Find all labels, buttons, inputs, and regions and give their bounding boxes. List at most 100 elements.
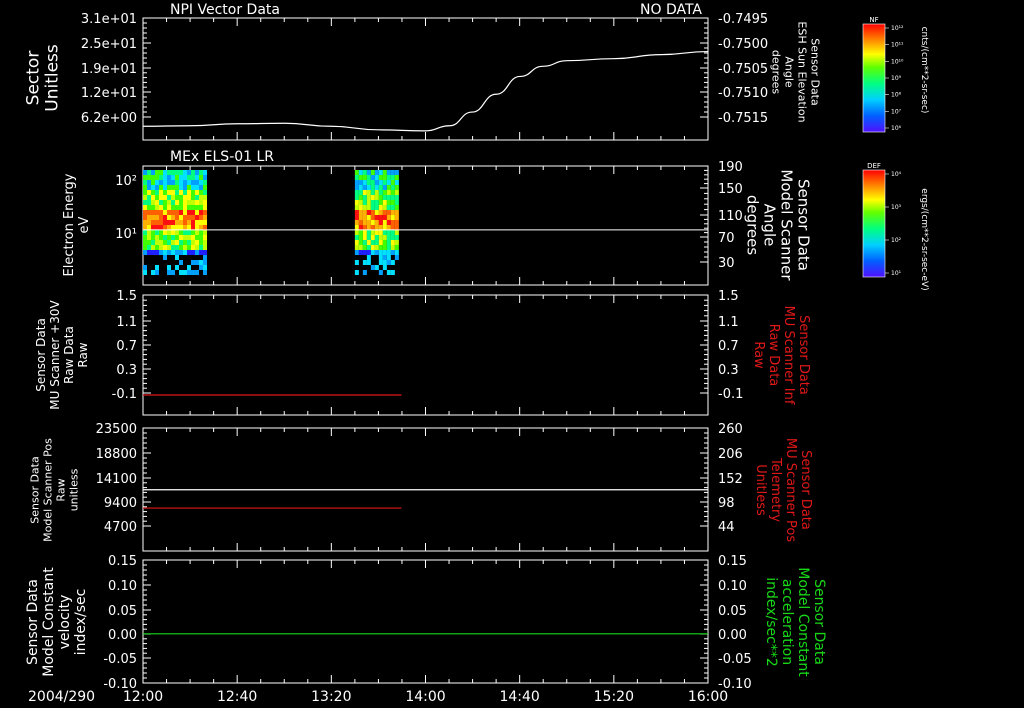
spectrogram-cell [195, 235, 199, 240]
spectrogram-cell [386, 170, 391, 175]
spectrogram-cell [374, 210, 379, 215]
spectrogram-cell [171, 230, 175, 235]
y-tick-label-right: 1.5 [718, 289, 739, 304]
spectrogram-cell [366, 225, 371, 230]
spectrogram-cell [378, 240, 383, 245]
spectrogram-cell [179, 195, 183, 200]
spectrogram-cell [354, 270, 359, 275]
spectrogram-cell [175, 265, 179, 270]
spectrogram-cell [151, 270, 155, 275]
spectrogram-cell [354, 240, 359, 245]
spectrogram-cell [147, 240, 151, 245]
panel3-ylabel-right-line: Sensor Data [796, 315, 811, 395]
spectrogram-cell [163, 255, 167, 260]
panel1-ylabel-left-line: Unitless [42, 44, 62, 112]
spectrogram-cell [183, 270, 187, 275]
spectrogram-cell [366, 240, 371, 245]
spectrogram-cell [151, 190, 155, 195]
spectrogram-cell [159, 180, 163, 185]
spectrogram-cell [195, 250, 199, 255]
spectrogram-cell [183, 175, 187, 180]
spectrogram-cell [155, 195, 159, 200]
spectrogram-cell [183, 190, 187, 195]
spectrogram-cell [386, 180, 391, 185]
y-tick-label-left: 6.2e+00 [81, 111, 137, 126]
spectrogram-cell [199, 225, 203, 230]
colorbar-tick-label: 10⁸ [891, 92, 902, 99]
y-tick-label-right: 70 [718, 231, 735, 246]
spectrogram-cell [167, 220, 171, 225]
spectrogram-cell [366, 220, 371, 225]
colorbar-unit-label-line: cnts/(cm**2-sr-sec) [919, 27, 929, 114]
spectrogram-cell [155, 220, 159, 225]
colorbar-unit-label: ergs/(cm**2-sr-sec-eV) [919, 188, 929, 290]
spectrogram-cell [175, 245, 179, 250]
y-tick-label-right: 152 [718, 472, 743, 487]
spectrogram-cell [203, 170, 207, 175]
spectrogram-cell [354, 250, 359, 255]
colorbar-name: DEF [867, 162, 881, 170]
y-tick-label-left: 10¹ [115, 227, 137, 242]
spectrogram-cell [374, 230, 379, 235]
spectrogram-cell [370, 195, 375, 200]
spectrogram-cell [191, 220, 195, 225]
spectrogram-cell [370, 190, 375, 195]
spectrogram-cell [171, 180, 175, 185]
spectrogram-cell [147, 225, 151, 230]
spectrogram-cell [366, 235, 371, 240]
spectrogram-cell [183, 230, 187, 235]
spectrogram-cell [199, 260, 203, 265]
y-tick-label-right: -0.7505 [718, 62, 768, 77]
spectrogram-cell [143, 265, 147, 270]
y-tick-label-left: 3.1e+01 [81, 12, 137, 27]
spectrogram-cell [143, 240, 147, 245]
spectrogram-cell [374, 175, 379, 180]
spectrogram-cell [386, 255, 391, 260]
spectrogram-cell [199, 170, 203, 175]
panel3-ylabel-left-line: Raw [76, 342, 90, 367]
spectrogram-cell [199, 250, 203, 255]
spectrogram-cell [378, 245, 383, 250]
spectrogram-cell [382, 215, 387, 220]
y-tick-label-right: 260 [718, 422, 743, 437]
spectrogram-cell [382, 260, 387, 265]
spectrogram-cell [167, 230, 171, 235]
spectrogram-cell [167, 250, 171, 255]
spectrogram-cell [378, 260, 383, 265]
spectrogram-cell [382, 170, 387, 175]
spectrogram-cell [374, 200, 379, 205]
spectrogram-cell [378, 220, 383, 225]
spectrogram-cell [179, 170, 183, 175]
y-tick-label-left: 9400 [104, 496, 137, 511]
spectrogram-cell [163, 190, 167, 195]
spectrogram-cell [195, 190, 199, 195]
spectrogram-cell [179, 215, 183, 220]
spectrogram-cell [394, 245, 399, 250]
panel2-ylabel-right-line: Model Scanner [777, 169, 795, 281]
spectrogram-cell [183, 225, 187, 230]
spectrogram-cell [358, 240, 363, 245]
spectrogram-cell [362, 250, 367, 255]
spectrogram-cell [386, 175, 391, 180]
spectrogram-cell [366, 260, 371, 265]
spectrogram-cell [179, 250, 183, 255]
spectrogram-cell [187, 270, 191, 275]
spectrogram-cell [179, 180, 183, 185]
spectrogram-cell [382, 210, 387, 215]
spectrogram-cell [374, 240, 379, 245]
spectrogram-cell [370, 175, 375, 180]
colorbar [862, 169, 886, 278]
colorbar-tick-label: 10⁷ [891, 108, 902, 115]
spectrogram-cell [195, 180, 199, 185]
spectrogram-cell [366, 245, 371, 250]
spectrogram-cell [191, 240, 195, 245]
spectrogram-cell [362, 185, 367, 190]
spectrogram-cell [167, 200, 171, 205]
spectrogram-cell [195, 195, 199, 200]
panel5-ylabel-left-line: Model Constant [41, 567, 57, 677]
spectrogram-cell [370, 235, 375, 240]
spectrogram-cell [390, 210, 395, 215]
spectrogram-cell [167, 170, 171, 175]
spectrogram-cell [191, 245, 195, 250]
y-tick-label-left: 1.9e+01 [81, 62, 137, 77]
